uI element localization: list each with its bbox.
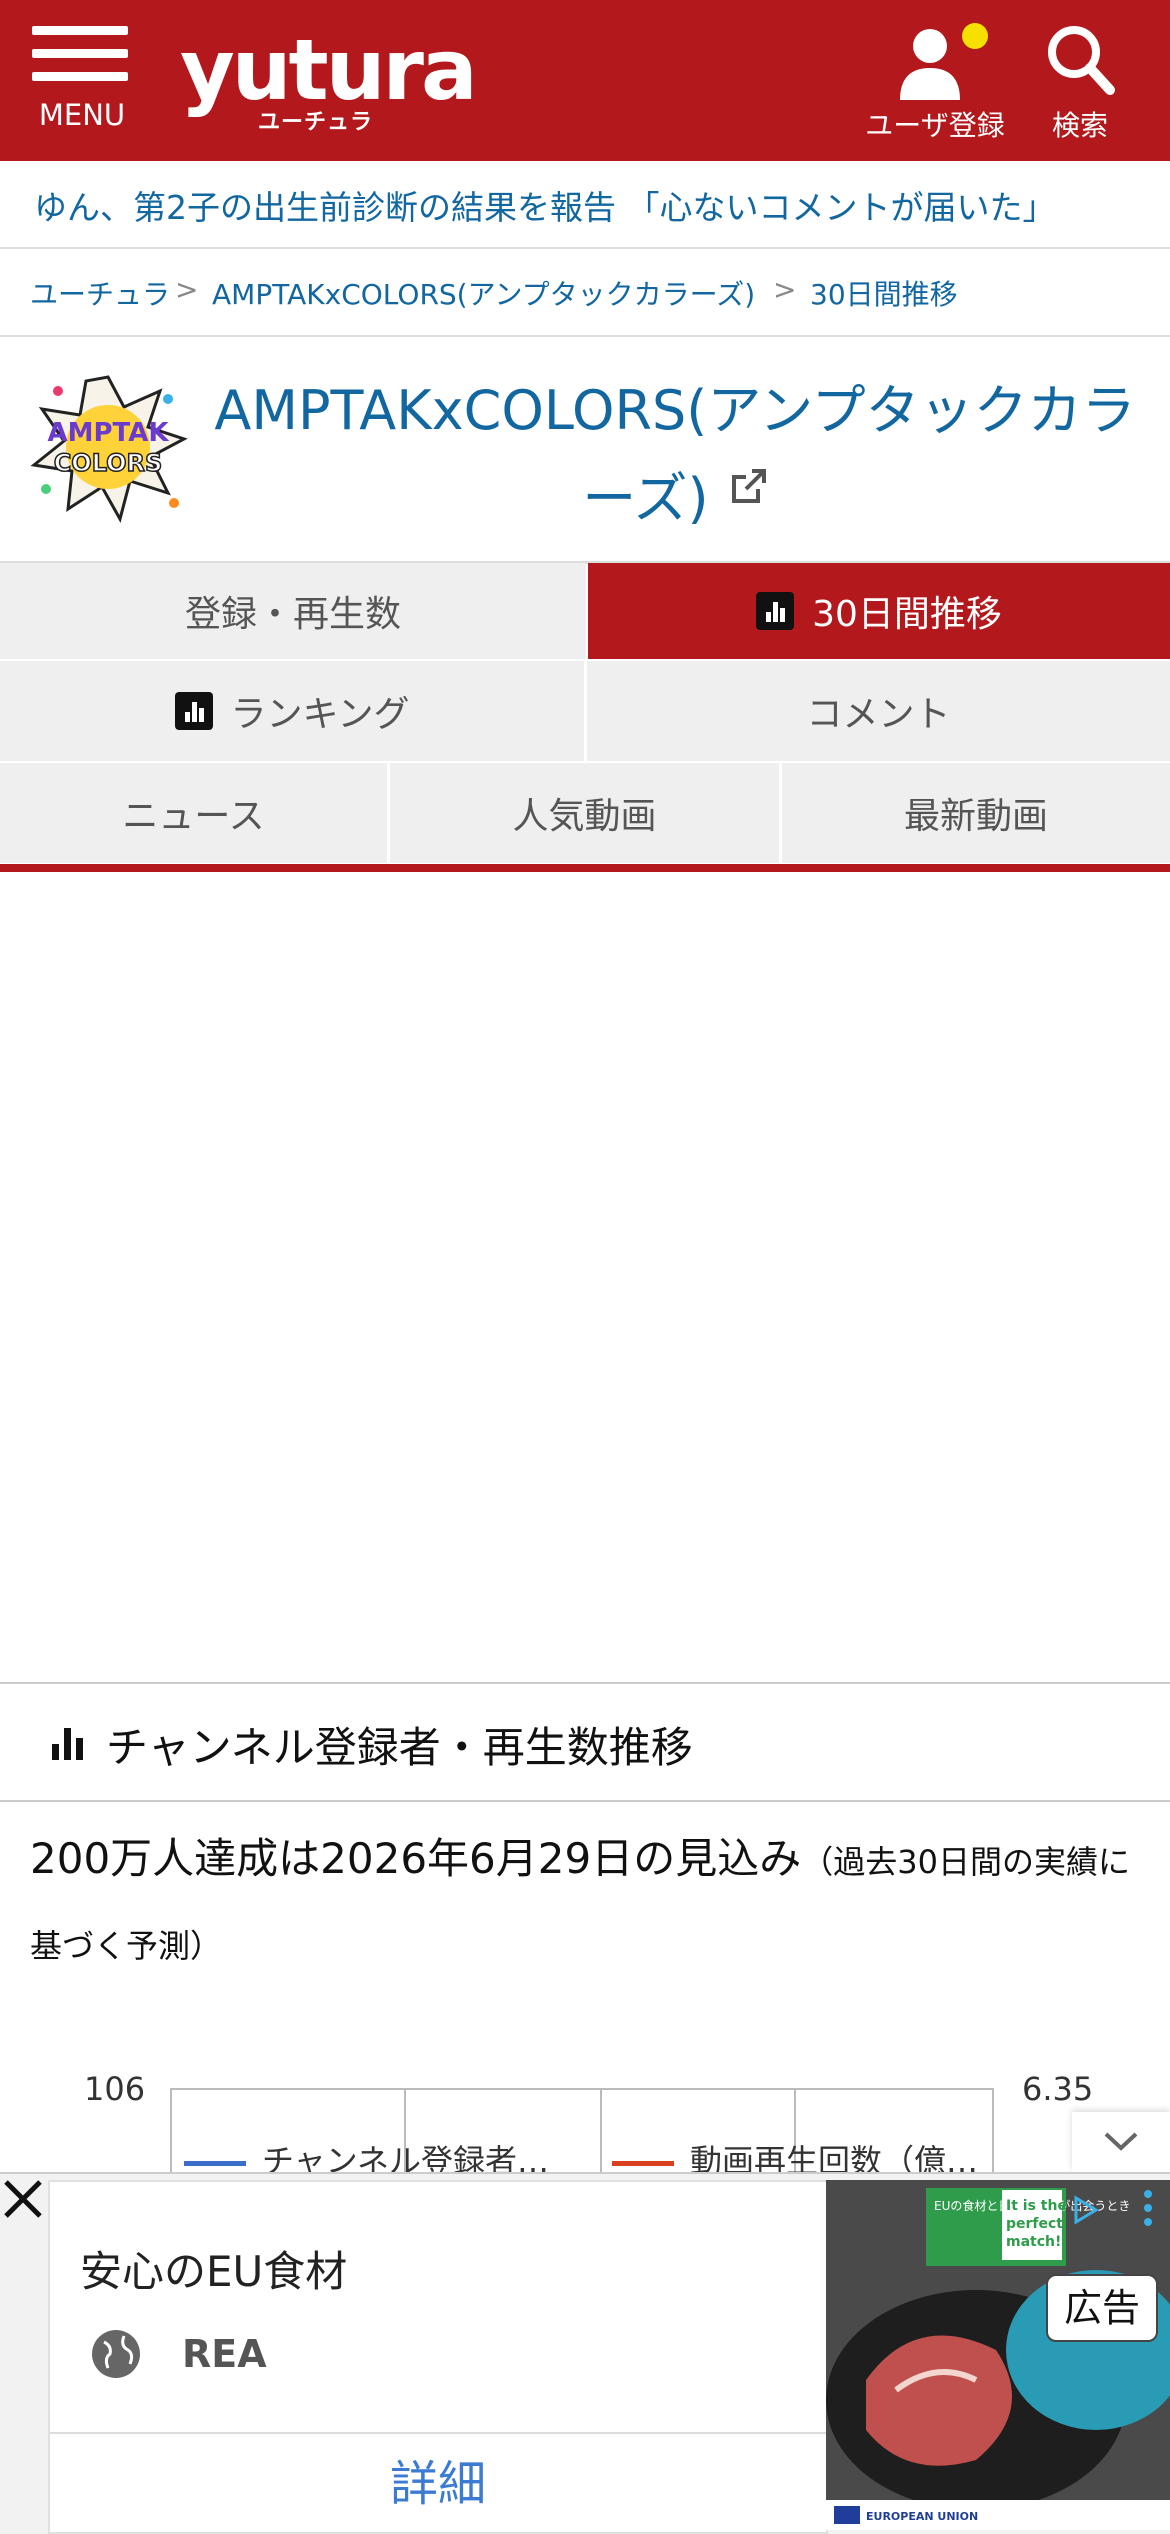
tab-stats[interactable]: 登録・再生数 [0,563,586,659]
ad-collapse-button[interactable] [1072,2112,1170,2172]
menu-label: MENU [38,98,126,132]
svg-text:AMPTAK: AMPTAK [47,418,169,448]
tab-label: ニュース [122,796,265,837]
y-axis-right-tick: 6.35 [1022,2070,1094,2108]
search-label: 検索 [1051,109,1108,142]
breadcrumb-current[interactable]: 30日間推移 [810,273,958,313]
tab-label: 人気動画 [512,796,657,837]
tab-popular-videos[interactable]: 人気動画 [390,763,779,863]
breadcrumb-separator: > [175,273,199,306]
empty-ad-slot [0,872,1170,1680]
ad-advertiser: REA [182,2332,267,2376]
svg-text:match!: match! [1006,2234,1061,2250]
tab-ranking[interactable]: ランキング [0,661,584,761]
section-header: チャンネル登録者・再生数推移 [0,1682,1170,1802]
ad-image-eu-text: EUROPEAN UNION [866,2510,978,2523]
legend-swatch [612,2160,674,2166]
ad-headline: 安心のEU食材 [80,2247,348,2296]
site-logo[interactable]: yutura ユーチュラ [180,20,478,135]
search-icon [1048,26,1115,95]
trend-chart: 106 6.35 チャンネル登録者… 動画再生回数（億… [0,2060,1170,2190]
channel-header: AMPTAK COLORS AMPTAKxCOLORS(アンプタックカラーズ) [0,337,1170,564]
notification-dot [962,23,988,49]
ad-food-image: EUの食材と日本の食材が出会うとき It is the perfect matc… [826,2180,1170,2530]
bar-chart-icon [52,1728,86,1760]
breadcrumb-channel[interactable]: AMPTAKxCOLORS(アンプタックカラーズ) [212,273,755,313]
ad-content[interactable]: 安心のEU食材 REA 詳細 [48,2180,828,2534]
globe-icon [92,2330,140,2378]
channel-thumbnail[interactable]: AMPTAK COLORS [28,369,188,529]
tab-comments[interactable]: コメント [587,661,1170,761]
ad-image[interactable]: EUの食材と日本の食材が出会うとき It is the perfect matc… [826,2180,1170,2530]
chart-icon [756,592,795,630]
news-ticker-link[interactable]: ゆん、第2子の出生前診断の結果を報告 「心ないコメントが届いた」 [34,181,1056,229]
menu-button[interactable]: MENU [30,26,134,136]
tabs-underline [0,864,1170,872]
menu-bar-icon [32,72,128,81]
tab-latest-videos[interactable]: 最新動画 [782,763,1170,863]
tab-label: 最新動画 [903,796,1048,837]
tab-label: ランキング [230,694,410,735]
section-title: チャンネル登録者・再生数推移 [106,1723,693,1772]
svg-text:COLORS: COLORS [54,449,163,477]
tab-label: 登録・再生数 [184,594,401,635]
forecast-text: 200万人達成は2026年6月29日の見込み（過去30日間の実績に基づく予測） [30,1820,1140,1991]
svg-text:perfect: perfect [1006,2216,1063,2232]
legend-swatch [184,2160,246,2166]
chart-icon [174,692,213,730]
ad-tag: 広告 [1046,2274,1158,2342]
close-icon[interactable] [0,2176,46,2222]
breadcrumb: ユーチュラ > AMPTAKxCOLORS(アンプタックカラーズ) > 30日間… [0,249,1170,337]
news-ticker: ゆん、第2子の出生前診断の結果を報告 「心ないコメントが届いた」 [0,161,1170,249]
user-register-button[interactable]: ユーザ登録 [860,20,1010,150]
user-icon [900,23,988,100]
bottom-ad-banner: 安心のEU食材 REA 詳細 EUの食材と日本の食材が出会うとき It is t… [0,2172,1170,2534]
ad-detail-button[interactable]: 詳細 [50,2432,826,2534]
channel-name: AMPTAKxCOLORS(アンプタックカラーズ) [214,379,1136,530]
menu-bar-icon [32,26,128,35]
tab-news[interactable]: ニュース [0,763,387,863]
logo-subtext: ユーチュラ [258,110,374,135]
breadcrumb-home[interactable]: ユーチュラ [30,273,170,313]
site-header: MENU yutura ユーチュラ ユーザ登録 検索 [0,0,1170,161]
search-button[interactable]: 検索 [1030,20,1130,150]
y-axis-left-tick: 106 [84,2070,146,2108]
breadcrumb-separator: > [773,273,797,306]
menu-bar-icon [32,49,128,58]
forecast-main: 200万人達成は2026年6月29日の見込み [30,1834,802,1883]
tab-label: 30日間推移 [812,594,1002,635]
chevron-down-icon [1104,2132,1138,2151]
external-link-icon [731,469,766,503]
svg-text:It is the: It is the [1006,2198,1067,2214]
channel-title[interactable]: AMPTAKxCOLORS(アンプタックカラーズ) [205,367,1145,543]
tab-label: コメント [806,694,951,735]
tab-30days[interactable]: 30日間推移 [588,563,1170,659]
user-register-label: ユーザ登録 [865,109,1005,142]
